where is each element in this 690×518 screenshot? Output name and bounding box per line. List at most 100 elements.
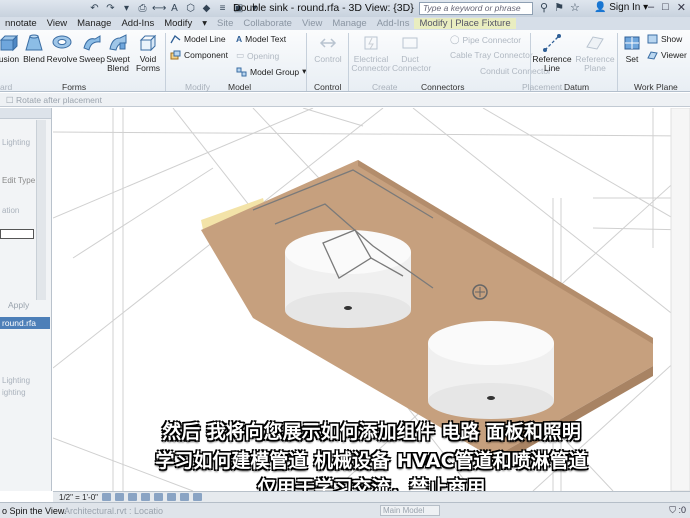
void-forms-label: Void Forms bbox=[135, 54, 161, 73]
duct-connector-button[interactable]: Duct Connector bbox=[392, 33, 432, 73]
tab-7[interactable]: Collaborate bbox=[238, 18, 297, 29]
void-forms-button[interactable]: Void Forms bbox=[134, 33, 162, 73]
extrusion-icon bbox=[0, 34, 19, 52]
filter-icon[interactable]: ⛉ :0 bbox=[669, 505, 686, 516]
project-browser-item[interactable]: round.rfa bbox=[0, 317, 50, 329]
text-icon[interactable]: A bbox=[168, 3, 181, 15]
revolve-button[interactable]: Revolve bbox=[46, 33, 78, 64]
control-button[interactable]: Control bbox=[309, 33, 347, 64]
pipe-connector-label: Pipe Connector bbox=[462, 34, 522, 45]
measure-icon[interactable]: ⟷ bbox=[152, 3, 166, 15]
palette-scrollbar[interactable] bbox=[36, 120, 46, 300]
apply-button[interactable]: Apply bbox=[8, 300, 29, 310]
tab-4[interactable]: Modify bbox=[159, 18, 197, 29]
rotate-after-placement-label: Rotate after placement bbox=[16, 95, 102, 105]
tab-2[interactable]: Manage bbox=[72, 18, 116, 29]
sun-path-icon[interactable] bbox=[128, 493, 138, 501]
pipe-connector-button[interactable]: ◯ Pipe Connector bbox=[450, 34, 521, 45]
model-line-button[interactable]: Model Line bbox=[170, 34, 226, 44]
crop-view-icon[interactable] bbox=[154, 493, 164, 501]
favorites-icon[interactable]: ☆ bbox=[570, 1, 580, 14]
visual-style-icon[interactable] bbox=[115, 493, 125, 501]
tab-3[interactable]: Add-Ins bbox=[116, 18, 159, 29]
cable-tray-connector-label: Cable Tray Connector bbox=[450, 50, 533, 60]
control-label: Control bbox=[314, 54, 342, 64]
reveal-hidden-icon[interactable] bbox=[193, 493, 203, 501]
show-work-plane-button[interactable]: Show bbox=[647, 34, 682, 44]
dropdown-icon[interactable]: ▾ bbox=[120, 3, 133, 15]
ribbon: usion Blend Revolve Sweep Swept Blend Vo… bbox=[0, 30, 690, 92]
tab-11[interactable]: Modify | Place Fixture bbox=[414, 18, 516, 29]
print-icon[interactable]: ⎙ bbox=[136, 3, 149, 15]
cable-tray-connector-button[interactable]: Cable Tray Connector bbox=[450, 50, 533, 60]
model-line-icon bbox=[170, 35, 181, 44]
minimize-icon[interactable]: – bbox=[648, 1, 654, 14]
panel-separator bbox=[348, 33, 349, 91]
opening-icon: ▭ bbox=[236, 50, 245, 60]
tab-8[interactable]: View bbox=[297, 18, 327, 29]
subtitle-line-1: 然后 我将向您展示如何添加组件 电路 面板和照明 bbox=[162, 421, 581, 443]
thin-lines-icon[interactable]: ≡ bbox=[216, 3, 229, 15]
swept-blend-icon bbox=[109, 34, 127, 51]
void-forms-icon bbox=[139, 34, 157, 52]
search-input[interactable]: Type a keyword or phrase bbox=[419, 2, 533, 15]
options-bar: ☐ Rotate after placement bbox=[0, 93, 690, 107]
reference-plane-button[interactable]: Reference Plane bbox=[574, 33, 616, 73]
control-icon bbox=[319, 38, 337, 48]
model-group-button[interactable]: Model Group ▾ bbox=[236, 66, 306, 77]
redo-icon[interactable]: ↷ bbox=[104, 3, 117, 15]
electrical-connector-button[interactable]: Electrical Connector bbox=[350, 33, 392, 73]
spin-cursor-icon bbox=[472, 284, 488, 300]
view-scale[interactable]: 1/2" = 1'-0" bbox=[59, 493, 98, 502]
show-crop-icon[interactable] bbox=[167, 493, 177, 501]
set-work-plane-button[interactable]: Set bbox=[619, 33, 645, 64]
blend-icon bbox=[25, 34, 43, 51]
reference-line-label: Reference Line bbox=[532, 54, 572, 73]
viewer-button[interactable]: Viewer bbox=[647, 50, 687, 60]
tab-6[interactable]: Site bbox=[212, 18, 238, 29]
undo-icon[interactable]: ↶ bbox=[88, 3, 101, 15]
window-controls: – □ ✕ bbox=[648, 1, 686, 14]
extrusion-label: usion bbox=[0, 54, 20, 64]
sweep-button[interactable]: Sweep bbox=[79, 33, 105, 64]
duct-connector-label: Duct Connector bbox=[392, 54, 432, 73]
set-label: Set bbox=[625, 54, 639, 64]
blend-button[interactable]: Blend bbox=[21, 33, 47, 64]
section-icon[interactable]: ◆ bbox=[200, 3, 213, 15]
electrical-connector-icon bbox=[364, 36, 378, 50]
tab-10[interactable]: Add-Ins bbox=[372, 18, 415, 29]
reference-line-icon bbox=[543, 34, 561, 52]
extrusion-button[interactable]: usion bbox=[0, 33, 22, 64]
model-group-label: Model Group bbox=[250, 66, 300, 77]
model-text-button[interactable]: A Model Text bbox=[236, 34, 286, 44]
temporary-hide-icon[interactable] bbox=[180, 493, 190, 501]
connectors-panel-label: Connectors bbox=[421, 82, 465, 92]
maximize-icon[interactable]: □ bbox=[662, 1, 669, 14]
control-panel-label: Control bbox=[314, 82, 342, 92]
sweep-icon bbox=[83, 35, 101, 51]
tab-9[interactable]: Manage bbox=[327, 18, 371, 29]
3d-view-icon[interactable]: ⬡ bbox=[184, 3, 197, 15]
opening-button[interactable]: ▭ Opening bbox=[236, 50, 279, 61]
binoculars-icon[interactable]: ⚲ bbox=[540, 1, 548, 14]
sign-in-button[interactable]: 👤 Sign In ▾ bbox=[594, 2, 648, 13]
reference-line-button[interactable]: Reference Line bbox=[532, 33, 572, 73]
reference-plane-icon bbox=[586, 36, 604, 50]
shadows-icon[interactable] bbox=[141, 493, 151, 501]
parameter-value-field[interactable] bbox=[0, 229, 34, 239]
blend-label: Blend bbox=[23, 54, 45, 64]
subscription-icon[interactable]: ⚑ bbox=[554, 1, 564, 14]
model-text-icon: A bbox=[236, 34, 243, 44]
tab-5[interactable]: ▾ bbox=[197, 18, 212, 29]
status-hint: o Spin the View. bbox=[2, 505, 67, 516]
tab-0[interactable]: nnotate bbox=[0, 18, 42, 29]
title-bar: ↶ ↷ ▾ ⎙ ⟷ A ⬡ ◆ ≡ ▣ ▾ Double sink - roun… bbox=[0, 0, 690, 17]
close-icon[interactable]: ✕ bbox=[677, 1, 686, 14]
panel-separator bbox=[165, 33, 166, 91]
component-button[interactable]: Component bbox=[170, 50, 228, 60]
tab-1[interactable]: View bbox=[42, 18, 72, 29]
rotate-checkbox[interactable]: ☐ bbox=[6, 95, 14, 105]
detail-level-icon[interactable] bbox=[102, 493, 112, 501]
main-model-selector[interactable]: Main Model bbox=[380, 505, 440, 516]
swept-blend-button[interactable]: Swept Blend bbox=[104, 33, 132, 73]
